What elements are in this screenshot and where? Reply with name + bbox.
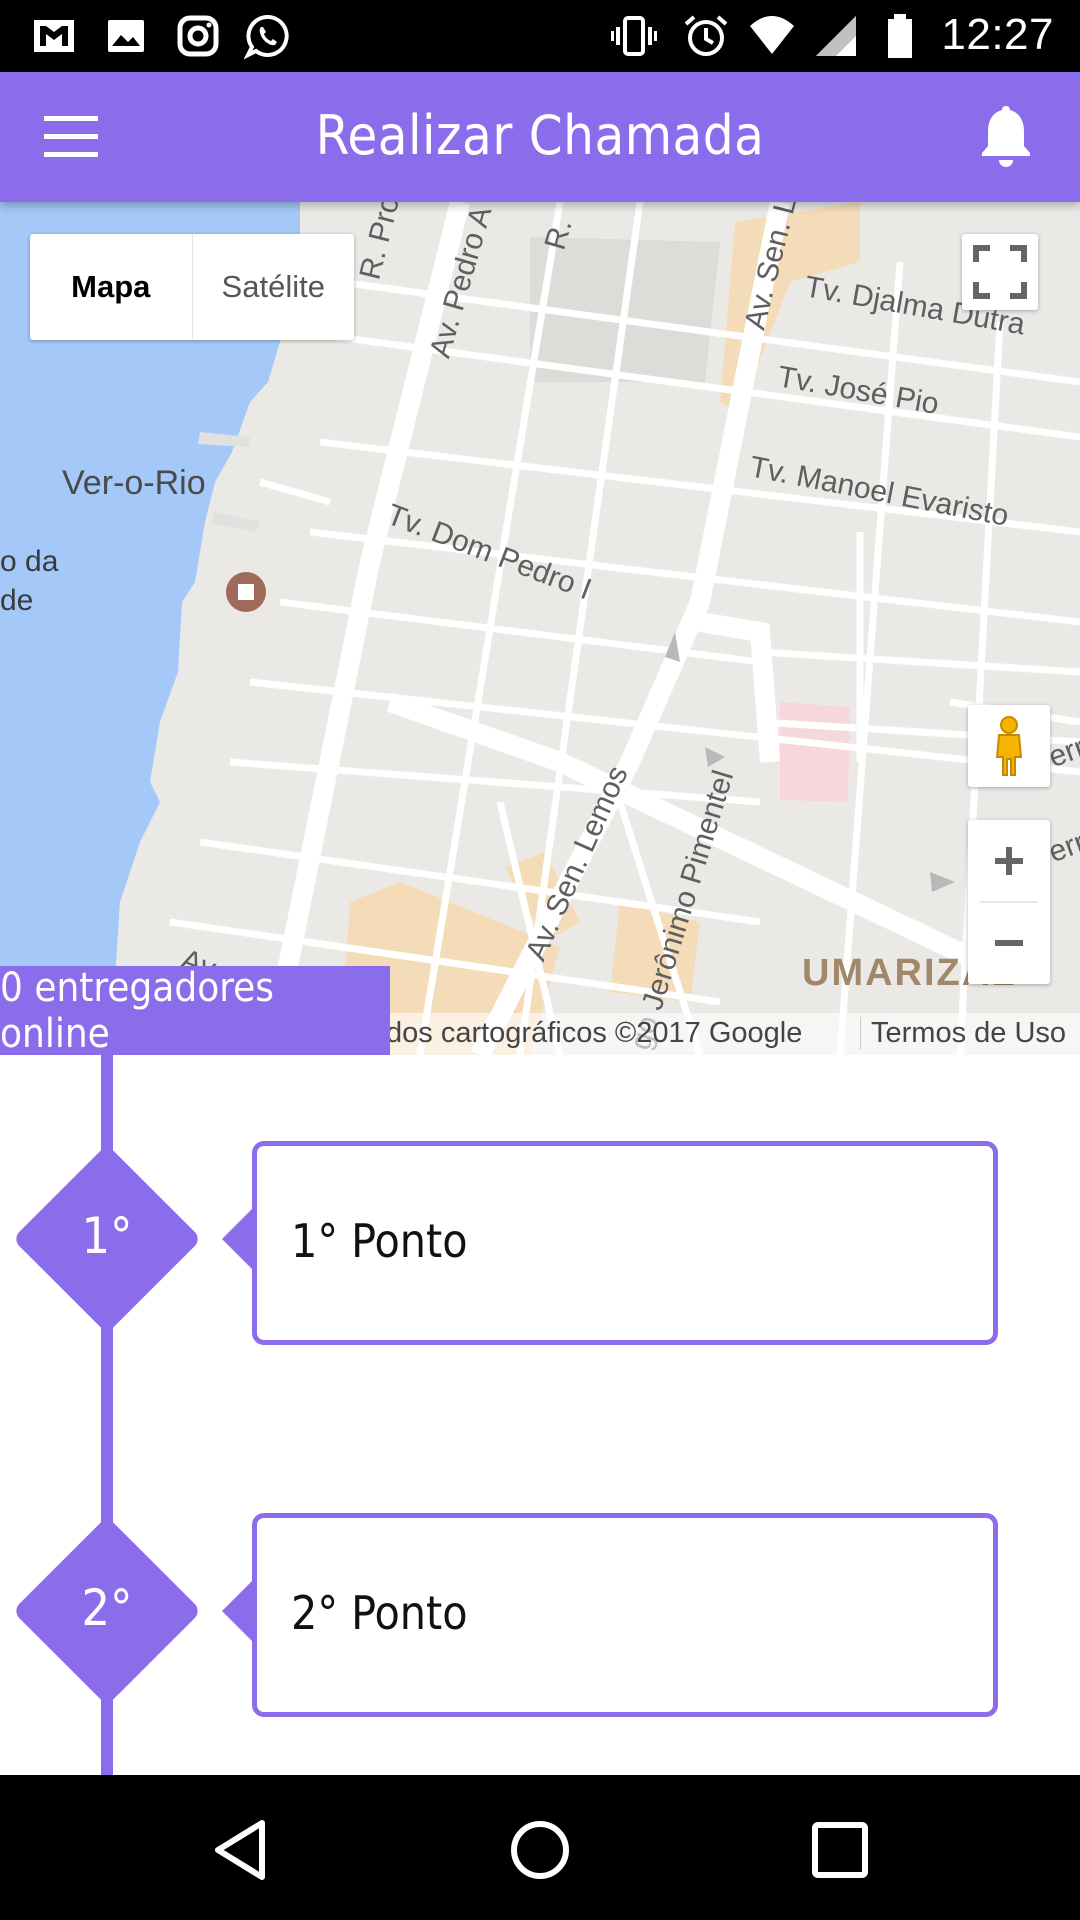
- street-view-button[interactable]: [968, 705, 1050, 787]
- fullscreen-button[interactable]: [962, 234, 1038, 310]
- battery-icon: [888, 14, 912, 58]
- step-1-number: 1°: [81, 1207, 133, 1265]
- online-couriers-badge: 0 entregadores online: [0, 965, 390, 1055]
- back-icon[interactable]: [206, 1815, 276, 1885]
- route-timeline: 1° 1° Ponto 2° 2° Ponto: [0, 1055, 1080, 1775]
- vibrate-icon: [611, 16, 657, 56]
- bell-icon[interactable]: [976, 102, 1036, 170]
- step-2-point-field[interactable]: 2° Ponto: [252, 1513, 998, 1717]
- step-1-point-field[interactable]: 1° Ponto: [252, 1141, 998, 1345]
- signal-icon: [816, 16, 856, 56]
- clock: 12:27: [941, 10, 1054, 59]
- gallery-icon: [108, 20, 144, 52]
- whatsapp-icon: [244, 14, 289, 60]
- zoom-out-button[interactable]: [968, 902, 1050, 984]
- zoom-control: [968, 820, 1050, 984]
- gmail-icon: [34, 20, 74, 52]
- recents-icon[interactable]: [805, 1815, 875, 1885]
- step-1-pointer: [222, 1209, 252, 1269]
- map-type-map-button[interactable]: Mapa: [30, 234, 193, 340]
- step-2-pointer: [222, 1581, 252, 1641]
- navigation-bar: [0, 1775, 1080, 1920]
- map-type-control: Mapa Satélite: [30, 234, 354, 340]
- step-2-placeholder: 2° Ponto: [291, 1586, 468, 1640]
- step-2-number: 2°: [81, 1579, 133, 1637]
- map-type-satellite-button[interactable]: Satélite: [193, 234, 355, 340]
- step-1-placeholder: 1° Ponto: [291, 1214, 468, 1268]
- map-label: Ver-o-Rio: [62, 464, 206, 502]
- wifi-icon: [750, 16, 794, 54]
- instagram-icon: [177, 15, 219, 57]
- zoom-in-button[interactable]: [968, 820, 1050, 902]
- app-screen: 12:27 Realizar Chamada R. Prof. Av. Pedr…: [0, 0, 1080, 1920]
- map-label: de: [0, 584, 34, 617]
- zoom-in-icon: [995, 847, 1023, 875]
- map-attribution: dos cartográficos ©2017 Google: [386, 1017, 803, 1049]
- map-view[interactable]: R. Prof. Av. Pedro A R. Av. Sen. Lem Tv.…: [0, 202, 1080, 1055]
- page-title: Realizar Chamada: [315, 104, 765, 167]
- alarm-icon: [684, 15, 728, 56]
- status-bar: 12:27: [0, 0, 1080, 72]
- pegman-icon: [995, 716, 1023, 776]
- app-bar: Realizar Chamada: [0, 72, 1080, 202]
- home-icon[interactable]: [505, 1815, 575, 1885]
- fullscreen-icon: [973, 245, 1027, 299]
- terms-link[interactable]: Termos de Uso: [860, 1017, 1066, 1050]
- map-label: o da: [0, 545, 59, 578]
- zoom-out-icon: [995, 940, 1023, 946]
